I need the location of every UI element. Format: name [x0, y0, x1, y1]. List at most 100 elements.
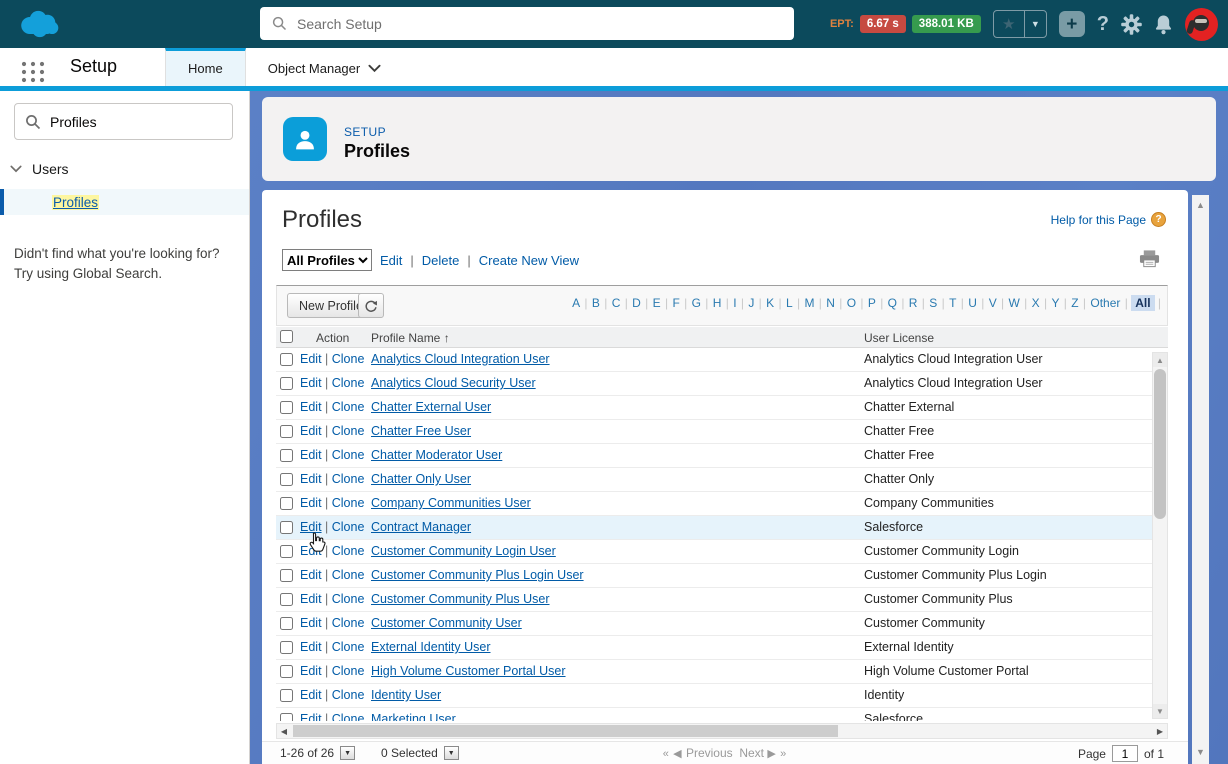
alphabet-link-f[interactable]: F [671, 296, 680, 310]
table-vertical-scrollbar[interactable]: ▲ ▼ [1152, 352, 1168, 719]
alphabet-link-o[interactable]: O [846, 296, 857, 310]
row-checkbox[interactable] [280, 425, 293, 438]
table-horizontal-scrollbar[interactable]: ◀ ▶ [276, 723, 1168, 739]
edit-link[interactable]: Edit [300, 568, 322, 582]
next-page-icon[interactable]: ▶ [767, 748, 776, 760]
edit-link[interactable]: Edit [300, 496, 322, 510]
setup-gear-icon[interactable] [1121, 14, 1142, 35]
view-delete-link[interactable]: Delete [422, 253, 460, 268]
profile-name-link[interactable]: External Identity User [371, 640, 491, 654]
quick-find-box[interactable] [14, 103, 233, 140]
help-for-this-page-link[interactable]: Help for this Page [1051, 213, 1146, 227]
alphabet-link-e[interactable]: E [652, 296, 662, 310]
clone-link[interactable]: Clone [332, 352, 365, 366]
scroll-up-icon[interactable]: ▲ [1153, 353, 1167, 367]
row-checkbox[interactable] [280, 377, 293, 390]
clone-link[interactable]: Clone [332, 376, 365, 390]
row-checkbox[interactable] [280, 617, 293, 630]
clone-link[interactable]: Clone [332, 664, 365, 678]
first-page-icon[interactable]: « [663, 748, 670, 760]
help-question-icon[interactable]: ? [1151, 212, 1166, 227]
printable-view-icon[interactable] [1139, 250, 1160, 273]
profile-name-link[interactable]: Company Communities User [371, 496, 531, 510]
clone-link[interactable]: Clone [332, 640, 365, 654]
profile-name-link[interactable]: Analytics Cloud Security User [371, 376, 536, 390]
alphabet-link-all[interactable]: All [1131, 295, 1154, 311]
notifications-bell-icon[interactable] [1154, 14, 1173, 35]
page-vertical-scrollbar[interactable]: ▲ ▼ [1192, 195, 1209, 764]
scroll-left-icon[interactable]: ◀ [277, 724, 291, 738]
alphabet-link-q[interactable]: Q [887, 296, 898, 310]
profile-name-link[interactable]: Customer Community Plus User [371, 592, 550, 606]
alphabet-link-n[interactable]: N [825, 296, 836, 310]
favorites-dropdown-icon[interactable]: ▼ [1024, 11, 1046, 37]
edit-link[interactable]: Edit [300, 616, 322, 630]
profile-name-link[interactable]: Marketing User [371, 712, 456, 721]
alphabet-link-other[interactable]: Other [1089, 296, 1121, 310]
favorite-star-icon[interactable]: ★ [994, 11, 1024, 37]
clone-link[interactable]: Clone [332, 424, 365, 438]
profile-name-link[interactable]: Customer Community User [371, 616, 522, 630]
row-checkbox[interactable] [280, 497, 293, 510]
row-checkbox[interactable] [280, 593, 293, 606]
last-page-icon[interactable]: » [780, 748, 787, 760]
global-search[interactable] [260, 7, 794, 40]
user-avatar[interactable] [1185, 8, 1218, 41]
row-checkbox[interactable] [280, 713, 293, 721]
scroll-up-icon[interactable]: ▲ [1192, 197, 1209, 213]
alphabet-link-p[interactable]: P [867, 296, 877, 310]
tab-home[interactable]: Home [165, 48, 246, 86]
alphabet-link-g[interactable]: G [691, 296, 702, 310]
row-checkbox[interactable] [280, 545, 293, 558]
clone-link[interactable]: Clone [332, 520, 365, 534]
next-label[interactable]: Next [739, 746, 764, 760]
hscroll-thumb[interactable] [293, 725, 838, 737]
clone-link[interactable]: Clone [332, 400, 365, 414]
edit-link[interactable]: Edit [300, 424, 322, 438]
alphabet-link-s[interactable]: S [928, 296, 938, 310]
scroll-right-icon[interactable]: ▶ [1153, 724, 1167, 738]
clone-link[interactable]: Clone [332, 448, 365, 462]
alphabet-link-m[interactable]: M [803, 296, 815, 310]
clone-link[interactable]: Clone [332, 568, 365, 582]
alphabet-link-k[interactable]: K [765, 296, 775, 310]
row-checkbox[interactable] [280, 641, 293, 654]
alphabet-link-d[interactable]: D [631, 296, 642, 310]
alphabet-link-x[interactable]: X [1031, 296, 1041, 310]
row-checkbox[interactable] [280, 521, 293, 534]
global-search-input[interactable] [297, 16, 737, 32]
scroll-down-icon[interactable]: ▼ [1192, 744, 1209, 760]
global-actions-icon[interactable]: + [1059, 11, 1085, 37]
previous-page-icon[interactable]: ◀ [673, 748, 682, 760]
help-icon[interactable]: ? [1097, 13, 1109, 36]
row-checkbox[interactable] [280, 401, 293, 414]
profile-name-link[interactable]: Analytics Cloud Integration User [371, 352, 550, 366]
alphabet-link-a[interactable]: A [571, 296, 581, 310]
clone-link[interactable]: Clone [332, 472, 365, 486]
clone-link[interactable]: Clone [332, 592, 365, 606]
row-checkbox[interactable] [280, 353, 293, 366]
sidebar-group-users[interactable]: Users [10, 161, 69, 177]
refresh-button[interactable] [358, 293, 384, 318]
alphabet-link-h[interactable]: H [712, 296, 723, 310]
alphabet-link-z[interactable]: Z [1070, 296, 1079, 310]
view-selector[interactable]: All Profiles [282, 249, 372, 271]
app-launcher-icon[interactable] [20, 59, 46, 85]
row-checkbox[interactable] [280, 473, 293, 486]
edit-link[interactable]: Edit [300, 664, 322, 678]
profile-name-link[interactable]: Chatter Free User [371, 424, 471, 438]
quick-find-input[interactable] [50, 114, 210, 130]
alphabet-link-r[interactable]: R [908, 296, 919, 310]
alphabet-link-y[interactable]: Y [1050, 296, 1060, 310]
profile-name-link[interactable]: High Volume Customer Portal User [371, 664, 566, 678]
tab-object-manager[interactable]: Object Manager [246, 48, 404, 86]
profile-name-link[interactable]: Customer Community Plus Login User [371, 568, 584, 582]
previous-label[interactable]: Previous [686, 746, 733, 760]
page-number-input[interactable] [1112, 745, 1138, 762]
alphabet-link-b[interactable]: B [591, 296, 601, 310]
profile-name-link[interactable]: Chatter External User [371, 400, 491, 414]
edit-link[interactable]: Edit [300, 400, 322, 414]
row-checkbox[interactable] [280, 569, 293, 582]
select-all-checkbox[interactable] [280, 330, 293, 343]
edit-link[interactable]: Edit [300, 448, 322, 462]
